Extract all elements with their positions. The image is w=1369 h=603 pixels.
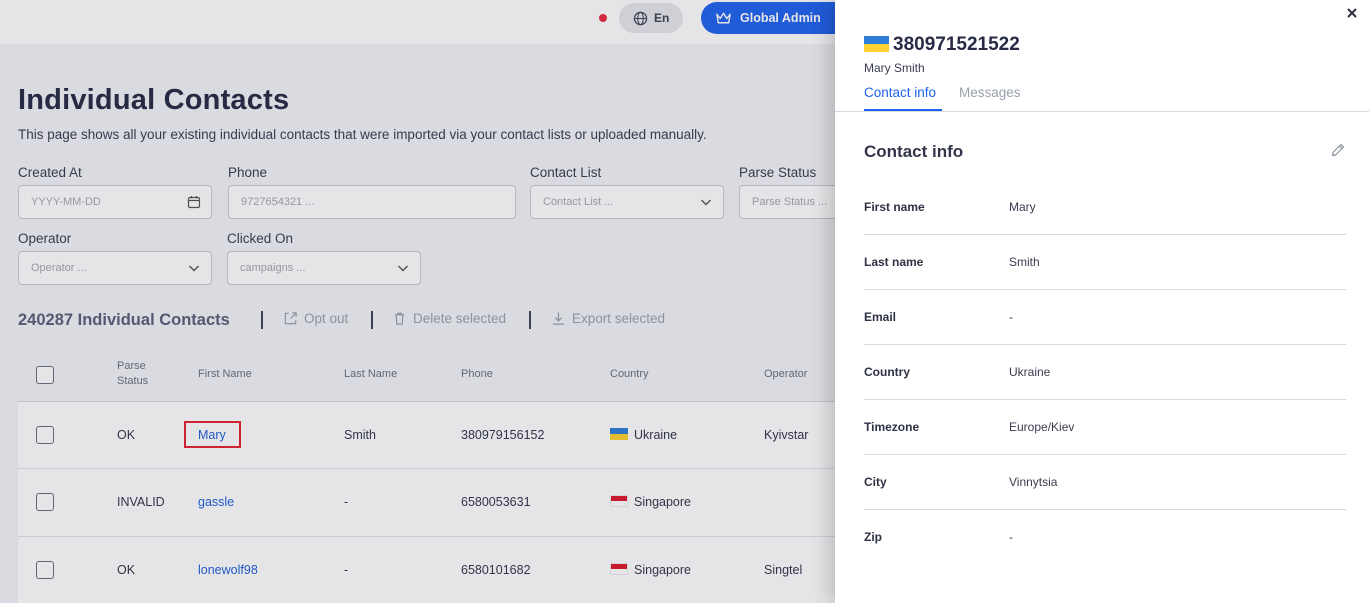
info-value: -: [1009, 310, 1013, 324]
tabs-divider: [835, 111, 1369, 112]
info-value: -: [1009, 530, 1013, 544]
info-label: Last name: [864, 255, 924, 269]
info-row-first-name: First name Mary: [864, 180, 1346, 235]
info-row-timezone: Timezone Europe/Kiev: [864, 400, 1346, 455]
info-label: Email: [864, 310, 897, 324]
info-label: Timezone: [864, 420, 920, 434]
info-value: Ukraine: [1009, 365, 1051, 379]
close-icon[interactable]: [1345, 6, 1359, 20]
info-row-email: Email -: [864, 290, 1346, 345]
ukraine-flag-icon: [864, 36, 889, 52]
info-row-country: Country Ukraine: [864, 345, 1346, 400]
info-value: Europe/Kiev: [1009, 420, 1075, 434]
info-row-zip: Zip -: [864, 510, 1346, 565]
info-value: Vinnytsia: [1009, 475, 1058, 489]
info-label: City: [864, 475, 887, 489]
info-row-last-name: Last name Smith: [864, 235, 1346, 290]
tab-contact-info[interactable]: Contact info: [864, 85, 936, 100]
info-value: Smith: [1009, 255, 1040, 269]
drawer-phone-number: 380971521522: [893, 34, 1020, 55]
tab-messages[interactable]: Messages: [959, 85, 1021, 100]
info-row-city: City Vinnytsia: [864, 455, 1346, 510]
info-value: Mary: [1009, 200, 1036, 214]
info-label: Country: [864, 365, 910, 379]
info-label: Zip: [864, 530, 882, 544]
info-label: First name: [864, 200, 925, 214]
pencil-icon[interactable]: [1330, 142, 1346, 158]
section-title: Contact info: [864, 142, 964, 161]
modal-backdrop[interactable]: [0, 0, 835, 603]
contact-details-drawer: 380971521522 Mary Smith Contact info Mes…: [835, 0, 1369, 603]
drawer-contact-name: Mary Smith: [864, 61, 925, 75]
